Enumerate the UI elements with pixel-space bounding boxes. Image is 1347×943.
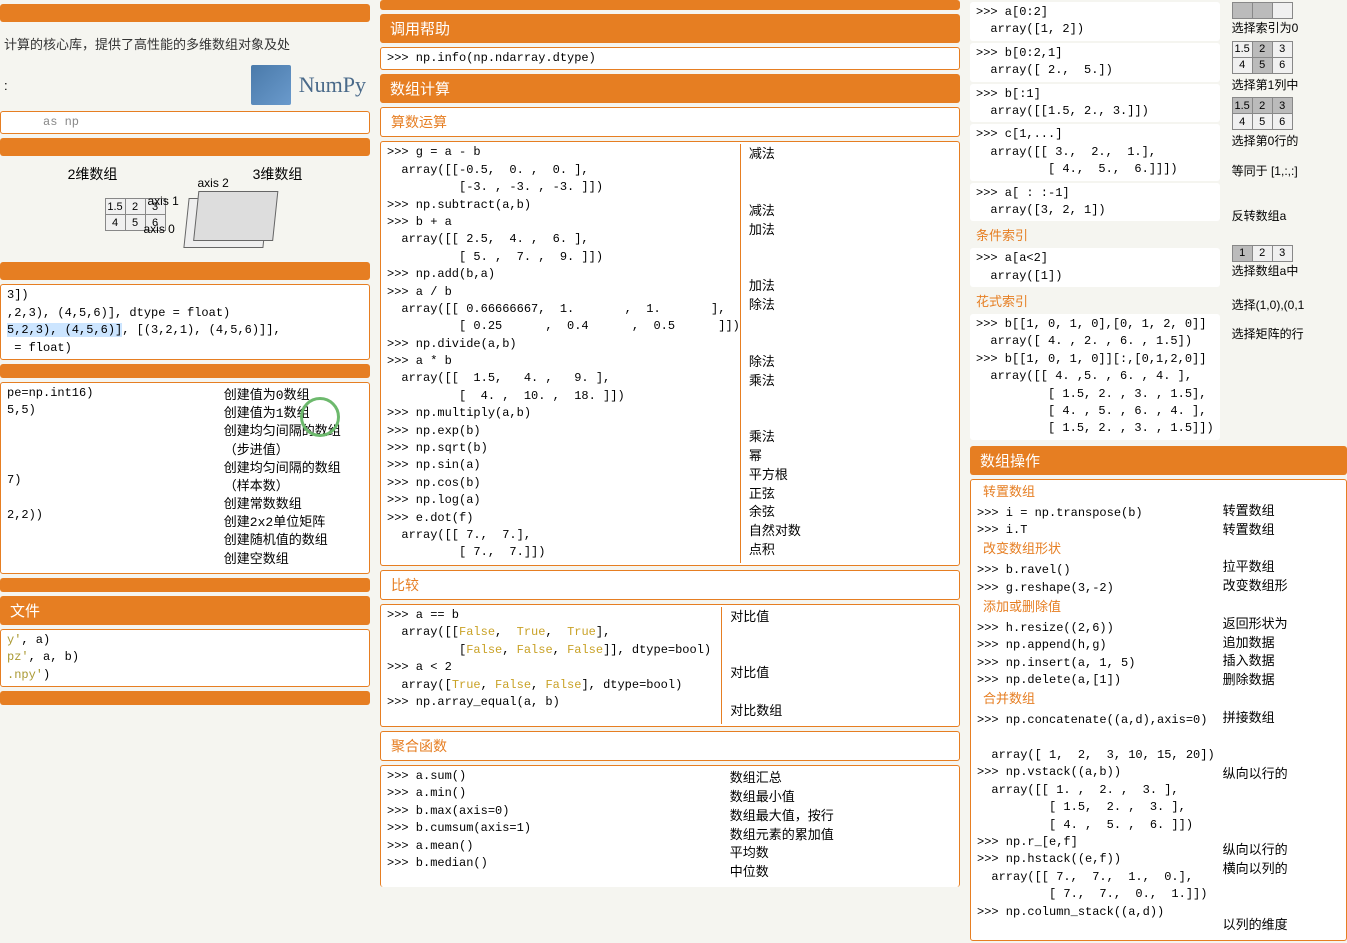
axis0-label: axis 0 [144,222,175,236]
slice3-desc: 选择第0行的 [1232,134,1347,150]
fancy-code: >>> b[[1, 0, 1, 0],[0, 1, 2, 0]] array([… [970,314,1220,440]
reshape-header: 改变数组形状 [977,539,1215,562]
slice3-code: >>> b[:1] array([[1.5, 2., 3.]]) [970,84,1220,123]
header-placeholder-3 [0,262,370,280]
header-placeholder-2 [0,138,370,156]
cond-header: 条件索引 [970,223,1220,246]
compare-code: >>> a == b array([[False, True, True], [… [387,607,722,724]
numpy-logo: NumPy [251,65,366,105]
cond-desc: 选择数组a中 [1232,264,1347,280]
mini-table-1 [1232,2,1293,19]
merge-code: >>> np.concatenate((a,d),axis=0) array([… [977,712,1215,921]
help-code: >>> np.info(np.ndarray.dtype) [380,47,960,70]
intro-paragraph: 计算的核心库，提供了高性能的多维数组对象及处 [0,26,370,61]
compare-desc: 对比值 对比值 对比数组 [722,607,953,724]
axis1-label: axis 1 [148,194,179,208]
slice5-desc: 反转数组a [1232,209,1347,225]
header-placeholder-5 [0,578,370,592]
compare-header: 比较 [380,570,960,600]
fancy-desc2: 选择矩阵的行 [1232,327,1347,343]
header-placeholder-1 [0,4,370,22]
ops-header: 数组操作 [970,446,1347,475]
agg-code: >>> a.sum() >>> a.min() >>> b.max(axis=0… [387,768,722,885]
reshape-code: >>> b.ravel() >>> g.reshape(3,-2) [977,562,1215,597]
slice1-desc: 选择索引为0 [1232,21,1347,37]
axis2-label: axis 2 [198,176,229,190]
helper-funcs-code: pe=np.int16) 5,5) 7) 2,2)) [7,385,216,571]
addrem-header: 添加或删除值 [977,597,1215,620]
slice2-code: >>> b[0:2,1] array([ 2., 5.]) [970,43,1220,82]
addrem-code: >>> h.resize((2,6)) >>> np.append(h,g) >… [977,620,1215,690]
import-code: as np [0,111,370,134]
mini-table-2: 1.523456 [1232,41,1293,74]
dim2-label: 2维数组 [68,164,118,184]
transpose-header: 转置数组 [977,482,1215,505]
arith-header: 算数运算 [380,107,960,137]
header-placeholder-4 [0,364,370,378]
io-header: 文件 [0,596,370,625]
array-3d-cube [183,198,268,248]
fancy-desc1: 选择(1,0),(0,1 [1232,298,1347,314]
slice4-desc: 等同于 [1,:,:] [1232,164,1347,180]
io-code: y', a) pz', a, b) .npy') [0,629,370,687]
mini-table-4: 123 [1232,245,1293,262]
numpy-label: NumPy [299,72,366,98]
help-header: 调用帮助 [380,14,960,43]
axis-diagram: 1.523 456 axis 2 axis 1 axis 0 [0,188,370,258]
helper-funcs-desc: 创建值为0数组 创建值为1数组 创建均匀间隔的数组（步进值） 创建均匀间隔的数组… [216,385,363,571]
slice4-code: >>> c[1,...] array([[ 3., 2., 1.], [ 4.,… [970,124,1220,180]
merge-header: 合并数组 [977,689,1215,712]
slice1-code: >>> a[0:2] array([1, 2]) [970,2,1220,41]
agg-desc: 数组汇总 数组最小值 数组最大值，按行 数组元素的累加值 平均数 中位数 [722,768,953,885]
transpose-code: >>> i = np.transpose(b) >>> i.T [977,505,1215,540]
header-placeholder-6 [0,691,370,705]
mini-table-3: 1.523456 [1232,97,1293,130]
arith-desc: 减法 减法 加法 加法 除法 除法 乘法 乘法 幂 平方根 正弦 余弦 自然对数… [741,144,953,563]
calc-header: 数组计算 [380,74,960,103]
slice2-desc: 选择第1列中 [1232,78,1347,94]
slice5-code: >>> a[ : :-1] array([3, 2, 1]) [970,183,1220,222]
cond-code: >>> a[a<2] array([1]) [970,248,1220,287]
arith-code: >>> g = a - b array([[-0.5, 0. , 0. ], [… [387,144,741,563]
numpy-cube-icon [251,65,291,105]
create-array-code[interactable]: 3]) ,2,3), (4,5,6)], dtype = float) 5,2,… [0,284,370,360]
dim3-label: 3维数组 [253,164,303,184]
fancy-header: 花式索引 [970,289,1220,312]
import-hint: : [4,78,231,93]
agg-header: 聚合函数 [380,731,960,761]
top-strip-2 [380,0,960,10]
